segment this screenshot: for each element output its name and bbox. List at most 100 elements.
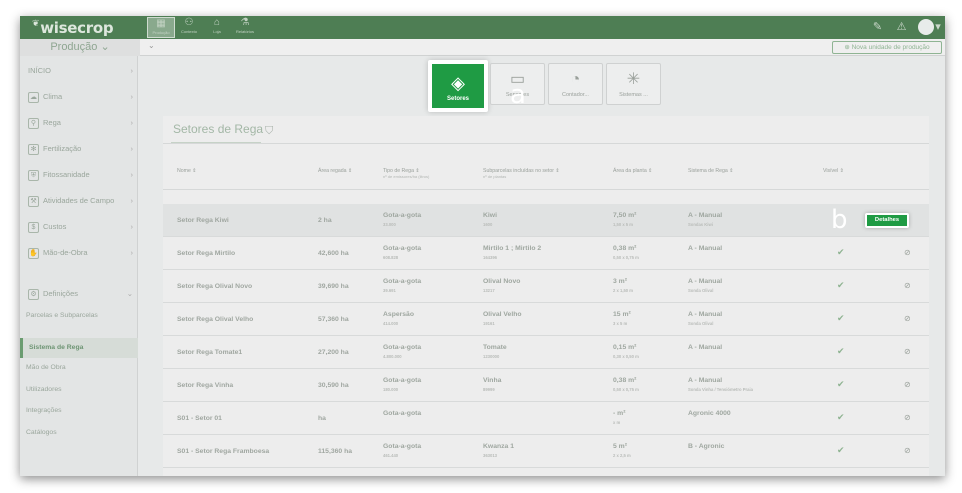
cell-main: A - Manual	[688, 245, 723, 252]
cell-subparcelas: Kwanza 1 363013	[483, 442, 514, 460]
logo-text: wisecrop	[40, 19, 114, 37]
nav-label: Loja	[213, 29, 221, 34]
action-icon[interactable]: ⊘	[904, 446, 911, 455]
action-icon[interactable]: ⊘	[904, 314, 911, 323]
action-icon[interactable]: ⊘	[904, 248, 911, 257]
col-area-planta[interactable]: Área da planta ⇕	[613, 168, 653, 174]
table-row[interactable]: S01 - Setor Rega Framboesa 115,360 ha Gota…	[163, 435, 929, 468]
fertilizer-icon: ✻	[28, 143, 39, 155]
tile-contador[interactable]: ◔ Contador...	[548, 63, 603, 105]
cell-sub: 19161	[483, 321, 495, 326]
sidebar-item-label: INÍCIO	[28, 66, 51, 75]
cell-area: 27,200 ha	[318, 349, 349, 356]
top-bar: ❦wisecrop ▦ Produção ⚇ Contexto ⌂ Loja ⚗ Rel…	[20, 16, 945, 39]
cell-nome: S01 - Setor 01	[177, 415, 222, 422]
cell-tipo: Aspersão 414.000	[383, 310, 414, 328]
sidebar-item-fitossanidade[interactable]: ⛨ Fitossanidade ›	[20, 162, 138, 187]
col-visivel[interactable]: Visível ⇕	[823, 168, 844, 174]
nav-relatorios[interactable]: ⚗ Relatórios	[231, 17, 259, 38]
alert-icon[interactable]: ⚠	[894, 20, 909, 35]
cell-area-planta: 5 m² 2 x 2,5 m	[613, 442, 631, 460]
sidebar-subitem-utilizadores[interactable]: Utilizadores	[20, 380, 138, 400]
chevron-right-icon: ›	[130, 222, 134, 231]
wisecrop-logo[interactable]: ❦wisecrop	[32, 19, 114, 37]
tile-sistemas[interactable]: ✳ Sistemas ...	[606, 63, 661, 105]
cell-sub: 363013	[483, 453, 497, 458]
chevron-down-icon: ⌄	[126, 289, 133, 298]
cell-sub: 3 x 5 m	[613, 321, 628, 326]
cell-sub: 33.000	[383, 222, 396, 227]
details-button[interactable]: Detalhes	[865, 213, 909, 228]
cell-main: Gota-a-gota	[383, 443, 422, 450]
sidebar-item-label: Custos	[43, 222, 67, 231]
col-area[interactable]: Área regada ⇕	[318, 168, 352, 174]
cell-subparcelas: Mirtilo 1 ; Mirtilo 2 164396	[483, 244, 541, 262]
action-icon[interactable]: ⊘	[904, 281, 911, 290]
cell-tipo: Gota-a-gota 33.000	[383, 211, 421, 229]
sidebar-subitem-parcelas[interactable]: Parcelas e Subparcelas	[20, 306, 138, 326]
sectors-icon: ◈	[451, 73, 465, 93]
nav-producao[interactable]: ▦ Produção	[147, 17, 175, 38]
cell-subparcelas: Kiwi 1600	[483, 211, 497, 229]
table-row[interactable]: Setor Rega Olival Velho 57,360 ha Aspersão…	[163, 303, 929, 336]
collapse-chevron-icon[interactable]: ⌄	[148, 41, 155, 50]
new-production-unit-button[interactable]: ⊕ Nova unidade de produção	[832, 41, 942, 54]
sidebar-item-rega[interactable]: ⚲ Rega ›	[20, 110, 138, 135]
cell-main: A - Manual	[688, 344, 723, 351]
sidebar-item-atividades[interactable]: ⚒ Atividades de Campo ›	[20, 188, 138, 213]
table-row[interactable]: Setor Rega Mirtilo 42,600 ha Gota-a-gota 60…	[163, 237, 929, 270]
table-header: Nome ⇕ Área regada ⇕ Tipo de Rega ⇕ nº de…	[163, 160, 929, 190]
col-nome[interactable]: Nome ⇕	[177, 168, 197, 174]
col-subparcelas[interactable]: Subparcelas incluídas no setor ⇕ nº de pl…	[483, 168, 560, 180]
action-icon[interactable]: ⊘	[904, 347, 911, 356]
sidebar-subitem-catalogos[interactable]: Catálogos	[20, 423, 138, 443]
sidebar-item-label: Fitossanidade	[43, 170, 90, 179]
sidebar-item-fertilizacao[interactable]: ✻ Fertilização ›	[20, 136, 138, 161]
filter-icon[interactable]: ⛉	[265, 125, 273, 138]
sidebar-item-label: Rega	[43, 118, 61, 127]
cell-subparcelas: Olival Novo 13217	[483, 277, 520, 295]
cell-subparcelas: Vinha 89999	[483, 376, 501, 394]
sidebar-item-custos[interactable]: $ Custos ›	[20, 214, 138, 239]
sidebar-item-inicio[interactable]: INÍCIO ›	[20, 58, 138, 83]
production-dropdown[interactable]: Produção ⌄	[20, 39, 140, 56]
cell-main: 5 m²	[613, 443, 627, 450]
table-row[interactable]: Setor Rega Tomate1 27,200 ha Gota-a-gota 4.…	[163, 336, 929, 369]
money-icon: $	[28, 221, 39, 233]
cell-sub: 13217	[483, 288, 495, 293]
sidebar: INÍCIO › ☁ Clima › ⚲ Rega › ✻ Fertilização › ⛨ F…	[20, 56, 138, 476]
edit-icon[interactable]: ✎	[870, 20, 885, 35]
cell-main: Gota-a-gota	[383, 344, 422, 351]
table-row[interactable]: Setor Rega Kiwi 2 ha Gota-a-gota 33.000 Kiwi…	[163, 204, 929, 237]
nav-contexto[interactable]: ⚇ Contexto	[175, 17, 203, 38]
sidebar-subitem-mao-de-obra[interactable]: Mão de Obra	[20, 358, 138, 378]
action-icon[interactable]: ⊘	[904, 413, 911, 422]
cell-sub: 461.440	[383, 453, 399, 458]
cell-sub: x m	[613, 420, 621, 425]
sidebar-subitem-integracoes[interactable]: Integrações	[20, 401, 138, 421]
nav-loja[interactable]: ⌂ Loja	[203, 17, 231, 38]
tile-setores[interactable]: ◈ Setores	[428, 60, 488, 112]
chevron-right-icon: ›	[130, 66, 134, 75]
nav-label: Relatórios	[235, 29, 254, 34]
col-sistema[interactable]: Sistema de Rega ⇕	[688, 168, 734, 174]
table-row[interactable]: Setor Rega Vinha 30,590 ha Gota-a-gota 180.…	[163, 369, 929, 402]
sidebar-item-clima[interactable]: ☁ Clima ›	[20, 84, 138, 109]
table-row[interactable]: Setor Rega Olival Novo 39,690 ha Gota-a-go…	[163, 270, 929, 303]
action-icon[interactable]: ⊘	[904, 380, 911, 389]
sidebar-subitem-sistema-de-rega[interactable]: Sistema de Rega	[20, 338, 138, 358]
avatar[interactable]	[918, 19, 934, 35]
table-row[interactable]: S01 - Setor 01 ha Gota-a-gota - m² x m Agroni…	[163, 402, 929, 435]
sprinkler-icon: ✳	[626, 71, 641, 88]
sidebar-item-mao-de-obra[interactable]: ✋ Mão-de-Obra ›	[20, 240, 138, 265]
table-row[interactable]: S01 - Setor 01haGota-a-gota- m²Agronic 2…	[163, 468, 929, 476]
cell-main: B - Agronic	[688, 443, 725, 450]
cell-sub: 164396	[483, 255, 497, 260]
col-tipo[interactable]: Tipo de Rega ⇕ nº de emissores/ha (litros…	[383, 168, 429, 180]
meter-icon: ◔	[570, 71, 581, 88]
cell-area: ha	[318, 415, 326, 422]
chevron-right-icon: ›	[130, 118, 134, 127]
cell-nome: Setor Rega Kiwi	[177, 217, 229, 224]
chevron-down-icon[interactable]: ▾	[933, 20, 943, 35]
sidebar-item-definicoes[interactable]: ⚙ Definições ⌄	[20, 281, 138, 306]
